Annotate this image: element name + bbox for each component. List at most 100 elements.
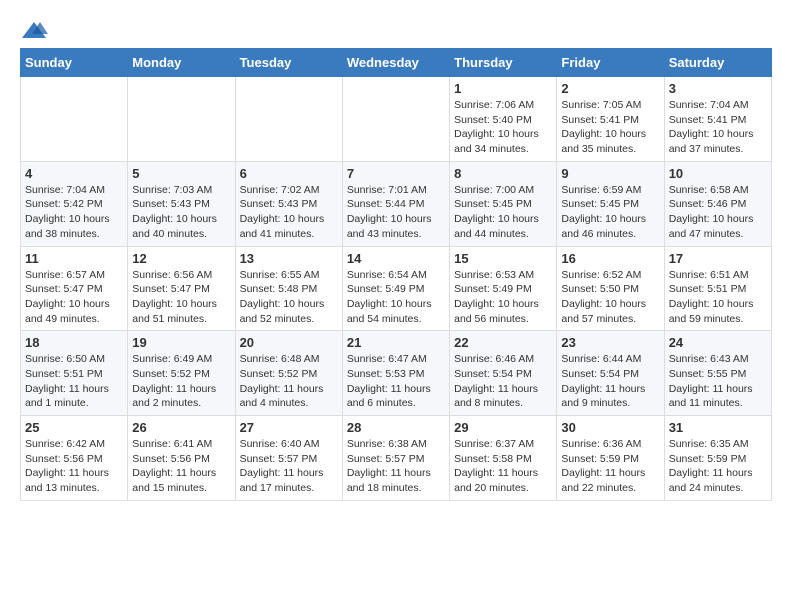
calendar-day-24: 24Sunrise: 6:43 AM Sunset: 5:55 PM Dayli… bbox=[664, 331, 771, 416]
calendar-empty-cell bbox=[128, 77, 235, 162]
calendar-day-30: 30 Sunrise: 6:36 AM Sunset: 5:59 PM Dayli… bbox=[557, 416, 664, 501]
calendar-empty-cell bbox=[21, 77, 128, 162]
calendar-empty-cell bbox=[235, 77, 342, 162]
day-number: 20 bbox=[240, 335, 338, 350]
day-number: 28 bbox=[347, 420, 445, 435]
logo bbox=[20, 20, 52, 40]
day-number: 4 bbox=[25, 166, 123, 181]
calendar-day-27: 27Sunrise: 6:40 AM Sunset: 5:57 PM Dayli… bbox=[235, 416, 342, 501]
day-detail: Sunrise: 6:41 AM Sunset: 5:56 PM Dayligh… bbox=[132, 437, 230, 496]
calendar-empty-cell bbox=[342, 77, 449, 162]
calendar-week-row: 4 Sunrise: 7:04 AM Sunset: 5:42 PM Daylig… bbox=[21, 161, 772, 246]
day-detail: Sunrise: 6:44 AM Sunset: 5:54 PM Dayligh… bbox=[561, 352, 659, 411]
day-number: 9 bbox=[561, 166, 659, 181]
day-detail: Sunrise: 6:54 AM Sunset: 5:49 PM Dayligh… bbox=[347, 268, 445, 327]
day-detail: Sunrise: 6:38 AM Sunset: 5:57 PM Dayligh… bbox=[347, 437, 445, 496]
calendar-day-26: 26 Sunrise: 6:41 AM Sunset: 5:56 PM Dayli… bbox=[128, 416, 235, 501]
day-detail: Sunrise: 6:36 AM Sunset: 5:59 PM Dayligh… bbox=[561, 437, 659, 496]
calendar-day-23: 23 Sunrise: 6:44 AM Sunset: 5:54 PM Dayli… bbox=[557, 331, 664, 416]
day-number: 26 bbox=[132, 420, 230, 435]
day-detail: Sunrise: 6:53 AM Sunset: 5:49 PM Dayligh… bbox=[454, 268, 552, 327]
day-number: 7 bbox=[347, 166, 445, 181]
calendar-day-29: 29 Sunrise: 6:37 AM Sunset: 5:58 PM Dayli… bbox=[450, 416, 557, 501]
calendar-day-11: 11 Sunrise: 6:57 AM Sunset: 5:47 PM Dayli… bbox=[21, 246, 128, 331]
column-header-saturday: Saturday bbox=[664, 49, 771, 77]
day-detail: Sunrise: 6:49 AM Sunset: 5:52 PM Dayligh… bbox=[132, 352, 230, 411]
day-number: 1 bbox=[454, 81, 552, 96]
day-detail: Sunrise: 6:51 AM Sunset: 5:51 PM Dayligh… bbox=[669, 268, 767, 327]
calendar-day-15: 15 Sunrise: 6:53 AM Sunset: 5:49 PM Dayli… bbox=[450, 246, 557, 331]
day-number: 13 bbox=[240, 251, 338, 266]
column-header-sunday: Sunday bbox=[21, 49, 128, 77]
column-header-wednesday: Wednesday bbox=[342, 49, 449, 77]
day-number: 30 bbox=[561, 420, 659, 435]
day-number: 29 bbox=[454, 420, 552, 435]
day-detail: Sunrise: 6:46 AM Sunset: 5:54 PM Dayligh… bbox=[454, 352, 552, 411]
day-number: 12 bbox=[132, 251, 230, 266]
calendar-day-7: 7 Sunrise: 7:01 AM Sunset: 5:44 PM Daylig… bbox=[342, 161, 449, 246]
calendar-day-10: 10Sunrise: 6:58 AM Sunset: 5:46 PM Dayli… bbox=[664, 161, 771, 246]
calendar-day-31: 31 Sunrise: 6:35 AM Sunset: 5:59 PM Dayli… bbox=[664, 416, 771, 501]
calendar-day-17: 17 Sunrise: 6:51 AM Sunset: 5:51 PM Dayli… bbox=[664, 246, 771, 331]
day-detail: Sunrise: 7:01 AM Sunset: 5:44 PM Dayligh… bbox=[347, 183, 445, 242]
day-detail: Sunrise: 7:02 AM Sunset: 5:43 PM Dayligh… bbox=[240, 183, 338, 242]
day-detail: Sunrise: 7:04 AM Sunset: 5:41 PM Dayligh… bbox=[669, 98, 767, 157]
day-detail: Sunrise: 7:04 AM Sunset: 5:42 PM Dayligh… bbox=[25, 183, 123, 242]
day-detail: Sunrise: 6:47 AM Sunset: 5:53 PM Dayligh… bbox=[347, 352, 445, 411]
day-detail: Sunrise: 6:52 AM Sunset: 5:50 PM Dayligh… bbox=[561, 268, 659, 327]
day-detail: Sunrise: 7:05 AM Sunset: 5:41 PM Dayligh… bbox=[561, 98, 659, 157]
day-number: 19 bbox=[132, 335, 230, 350]
day-number: 21 bbox=[347, 335, 445, 350]
day-detail: Sunrise: 6:55 AM Sunset: 5:48 PM Dayligh… bbox=[240, 268, 338, 327]
calendar-day-3: 3 Sunrise: 7:04 AM Sunset: 5:41 PM Daylig… bbox=[664, 77, 771, 162]
day-number: 17 bbox=[669, 251, 767, 266]
column-header-monday: Monday bbox=[128, 49, 235, 77]
calendar-day-2: 2 Sunrise: 7:05 AM Sunset: 5:41 PM Daylig… bbox=[557, 77, 664, 162]
day-detail: Sunrise: 6:56 AM Sunset: 5:47 PM Dayligh… bbox=[132, 268, 230, 327]
day-number: 5 bbox=[132, 166, 230, 181]
logo-icon bbox=[20, 20, 48, 40]
day-detail: Sunrise: 6:42 AM Sunset: 5:56 PM Dayligh… bbox=[25, 437, 123, 496]
calendar-day-19: 19 Sunrise: 6:49 AM Sunset: 5:52 PM Dayli… bbox=[128, 331, 235, 416]
day-detail: Sunrise: 6:57 AM Sunset: 5:47 PM Dayligh… bbox=[25, 268, 123, 327]
day-number: 6 bbox=[240, 166, 338, 181]
column-header-tuesday: Tuesday bbox=[235, 49, 342, 77]
day-number: 18 bbox=[25, 335, 123, 350]
day-number: 23 bbox=[561, 335, 659, 350]
calendar-day-5: 5 Sunrise: 7:03 AM Sunset: 5:43 PM Daylig… bbox=[128, 161, 235, 246]
day-detail: Sunrise: 6:40 AM Sunset: 5:57 PM Dayligh… bbox=[240, 437, 338, 496]
calendar-day-8: 8 Sunrise: 7:00 AM Sunset: 5:45 PM Daylig… bbox=[450, 161, 557, 246]
column-header-friday: Friday bbox=[557, 49, 664, 77]
day-number: 11 bbox=[25, 251, 123, 266]
calendar-table: SundayMondayTuesdayWednesdayThursdayFrid… bbox=[20, 48, 772, 501]
calendar-day-18: 18 Sunrise: 6:50 AM Sunset: 5:51 PM Dayli… bbox=[21, 331, 128, 416]
day-detail: Sunrise: 6:50 AM Sunset: 5:51 PM Dayligh… bbox=[25, 352, 123, 411]
calendar-day-6: 6 Sunrise: 7:02 AM Sunset: 5:43 PM Daylig… bbox=[235, 161, 342, 246]
day-number: 16 bbox=[561, 251, 659, 266]
day-detail: Sunrise: 7:03 AM Sunset: 5:43 PM Dayligh… bbox=[132, 183, 230, 242]
day-number: 8 bbox=[454, 166, 552, 181]
day-detail: Sunrise: 6:58 AM Sunset: 5:46 PM Dayligh… bbox=[669, 183, 767, 242]
calendar-week-row: 18 Sunrise: 6:50 AM Sunset: 5:51 PM Dayli… bbox=[21, 331, 772, 416]
day-detail: Sunrise: 6:37 AM Sunset: 5:58 PM Dayligh… bbox=[454, 437, 552, 496]
day-number: 15 bbox=[454, 251, 552, 266]
calendar-day-16: 16 Sunrise: 6:52 AM Sunset: 5:50 PM Dayli… bbox=[557, 246, 664, 331]
day-detail: Sunrise: 6:43 AM Sunset: 5:55 PM Dayligh… bbox=[669, 352, 767, 411]
calendar-day-14: 14 Sunrise: 6:54 AM Sunset: 5:49 PM Dayli… bbox=[342, 246, 449, 331]
day-detail: Sunrise: 7:06 AM Sunset: 5:40 PM Dayligh… bbox=[454, 98, 552, 157]
day-detail: Sunrise: 6:35 AM Sunset: 5:59 PM Dayligh… bbox=[669, 437, 767, 496]
calendar-day-28: 28 Sunrise: 6:38 AM Sunset: 5:57 PM Dayli… bbox=[342, 416, 449, 501]
day-number: 14 bbox=[347, 251, 445, 266]
day-number: 31 bbox=[669, 420, 767, 435]
calendar-day-12: 12 Sunrise: 6:56 AM Sunset: 5:47 PM Dayli… bbox=[128, 246, 235, 331]
day-detail: Sunrise: 7:00 AM Sunset: 5:45 PM Dayligh… bbox=[454, 183, 552, 242]
calendar-day-22: 22Sunrise: 6:46 AM Sunset: 5:54 PM Dayli… bbox=[450, 331, 557, 416]
calendar-day-1: 1 Sunrise: 7:06 AM Sunset: 5:40 PM Daylig… bbox=[450, 77, 557, 162]
day-detail: Sunrise: 6:48 AM Sunset: 5:52 PM Dayligh… bbox=[240, 352, 338, 411]
calendar-day-21: 21 Sunrise: 6:47 AM Sunset: 5:53 PM Dayli… bbox=[342, 331, 449, 416]
calendar-day-9: 9 Sunrise: 6:59 AM Sunset: 5:45 PM Daylig… bbox=[557, 161, 664, 246]
day-number: 2 bbox=[561, 81, 659, 96]
day-number: 3 bbox=[669, 81, 767, 96]
day-detail: Sunrise: 6:59 AM Sunset: 5:45 PM Dayligh… bbox=[561, 183, 659, 242]
calendar-week-row: 25Sunrise: 6:42 AM Sunset: 5:56 PM Dayli… bbox=[21, 416, 772, 501]
